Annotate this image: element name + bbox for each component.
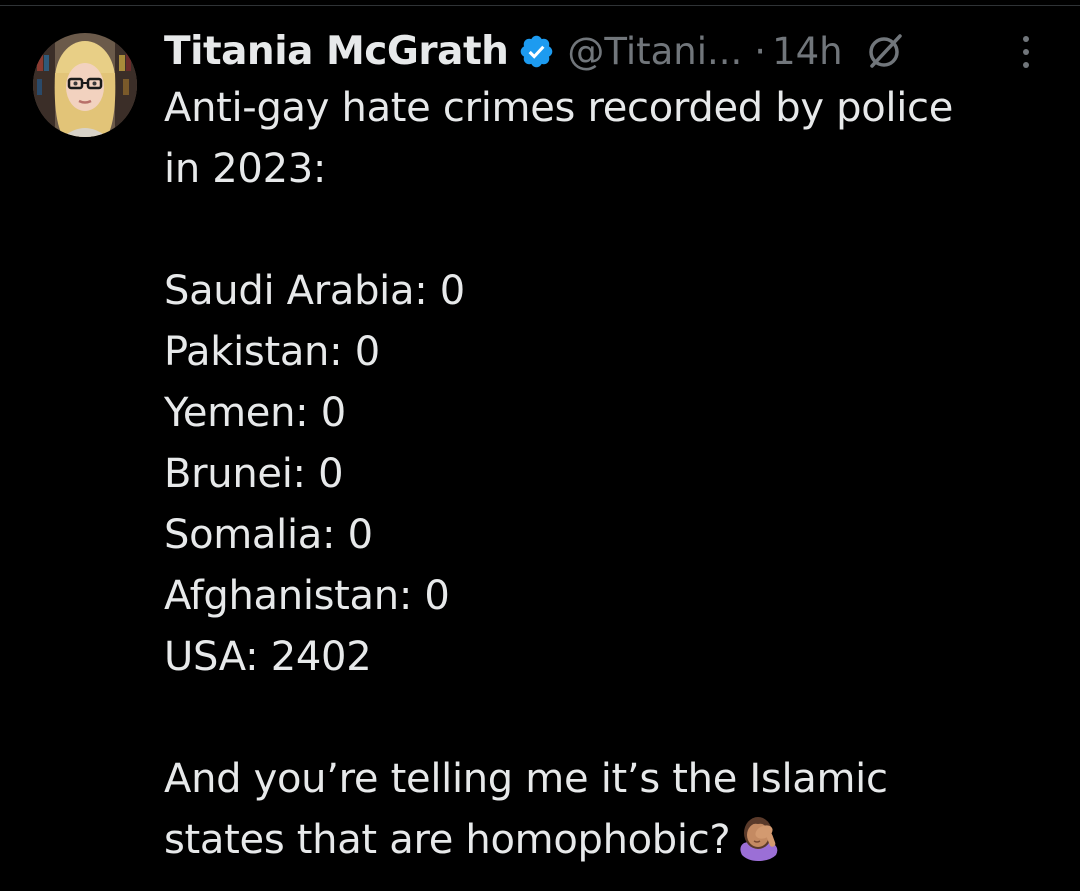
verified-badge-icon[interactable] [518, 33, 555, 70]
timestamp[interactable]: 14h [772, 30, 843, 73]
stat-line: Brunei: 0 [164, 451, 344, 497]
more-options-icon[interactable] [1018, 34, 1034, 70]
tweet-intro-line: in 2023: [164, 146, 327, 192]
face-palm-emoji [740, 817, 778, 861]
stat-line: Pakistan: 0 [164, 329, 380, 375]
tweet-outro-line-wrap: states that are homophobic? [164, 810, 1044, 871]
stat-line: Somalia: 0 [164, 512, 373, 558]
tweet-header: Titania McGrath @Titani... · 14h [164, 26, 907, 76]
tweet-text: Anti-gay hate crimes recorded by police … [164, 78, 1044, 871]
grok-icon[interactable] [863, 29, 907, 73]
avatar[interactable] [33, 33, 137, 137]
tweet-intro-line: Anti-gay hate crimes recorded by police [164, 85, 954, 131]
stat-line: USA: 2402 [164, 634, 372, 680]
avatar-image [33, 33, 137, 137]
top-divider [0, 5, 1080, 6]
author-display-name[interactable]: Titania McGrath [164, 29, 509, 74]
separator-dot: · [754, 29, 767, 73]
author-handle[interactable]: @Titani... [567, 30, 742, 73]
stat-line: Afghanistan: 0 [164, 573, 450, 619]
stat-line: Yemen: 0 [164, 390, 346, 436]
tweet-outro-line: states that are homophobic? [164, 817, 731, 863]
stat-line: Saudi Arabia: 0 [164, 268, 465, 314]
tweet-outro-line: And you’re telling me it’s the Islamic [164, 756, 888, 802]
